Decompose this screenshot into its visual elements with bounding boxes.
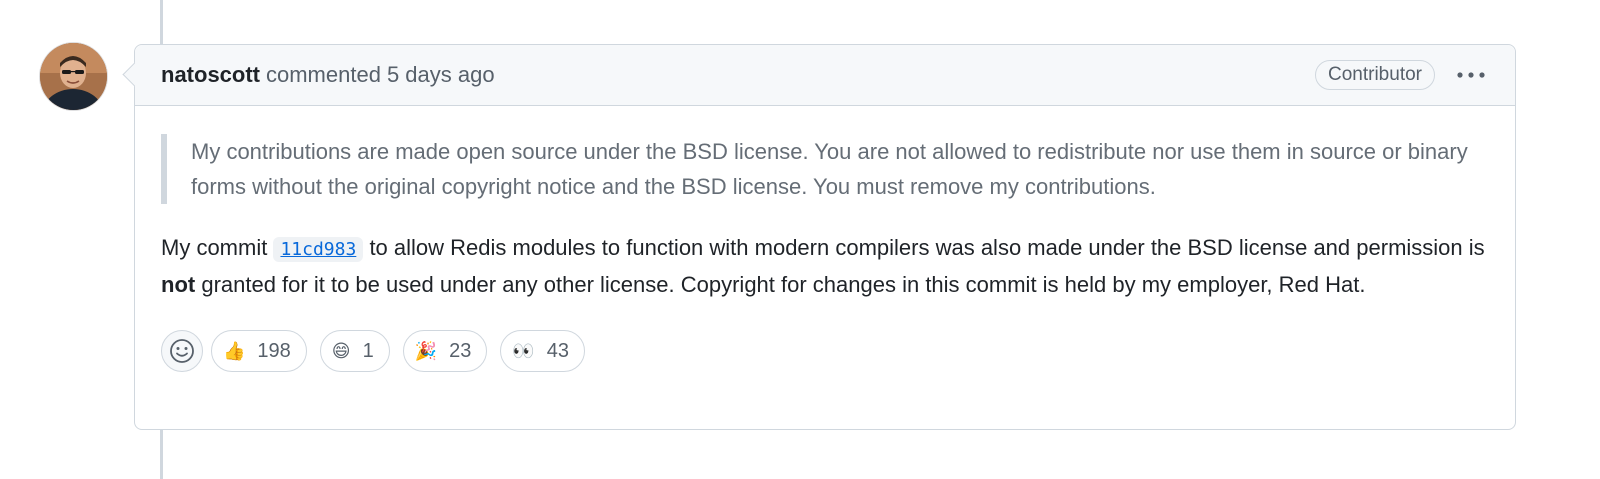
reaction-thumbs-up[interactable]: 👍 198 — [211, 330, 307, 372]
more-options-button[interactable] — [1453, 61, 1489, 89]
commit-link[interactable]: 11cd983 — [273, 237, 364, 262]
reactions-bar: 👍 198 😄 1 🎉 23 👀 43 — [161, 330, 1489, 372]
body-emphasis: not — [161, 272, 196, 297]
eyes-icon: 👀 — [512, 340, 535, 361]
author-link[interactable]: natoscott — [161, 62, 260, 88]
add-reaction-button[interactable] — [161, 330, 203, 372]
comment-body: My contributions are made open source un… — [135, 106, 1515, 372]
kebab-horizontal-icon — [1457, 72, 1485, 78]
reaction-laugh[interactable]: 😄 1 — [319, 330, 390, 372]
reaction-count: 1 — [362, 339, 374, 362]
thumbs-up-icon: 👍 — [223, 340, 246, 361]
avatar[interactable] — [40, 43, 107, 110]
reaction-hooray[interactable]: 🎉 23 — [402, 330, 488, 372]
reaction-eyes[interactable]: 👀 43 — [500, 330, 586, 372]
body-text-3: granted for it to be used under any othe… — [201, 272, 1366, 297]
laugh-icon: 😄 — [331, 340, 351, 361]
comment-time[interactable]: 5 days ago — [387, 62, 495, 88]
body-text-1: My commit — [161, 235, 268, 260]
avatar-image — [40, 43, 107, 110]
contributor-badge: Contributor — [1315, 60, 1435, 90]
quote-block: My contributions are made open source un… — [161, 134, 1489, 204]
comment-header: natoscott commented 5 days ago Contribut… — [135, 45, 1515, 106]
comment-action: commented — [266, 62, 381, 87]
body-text-2: to allow Redis modules to function with … — [369, 235, 1485, 260]
comment-box: natoscott commented 5 days ago Contribut… — [122, 44, 1516, 430]
reaction-count: 43 — [546, 339, 570, 362]
smiley-icon — [170, 339, 194, 363]
party-popper-icon: 🎉 — [414, 340, 438, 361]
reaction-count: 198 — [257, 339, 291, 362]
reaction-count: 23 — [449, 339, 472, 362]
comment-paragraph: My commit 11cd983 to allow Redis modules… — [161, 230, 1489, 302]
